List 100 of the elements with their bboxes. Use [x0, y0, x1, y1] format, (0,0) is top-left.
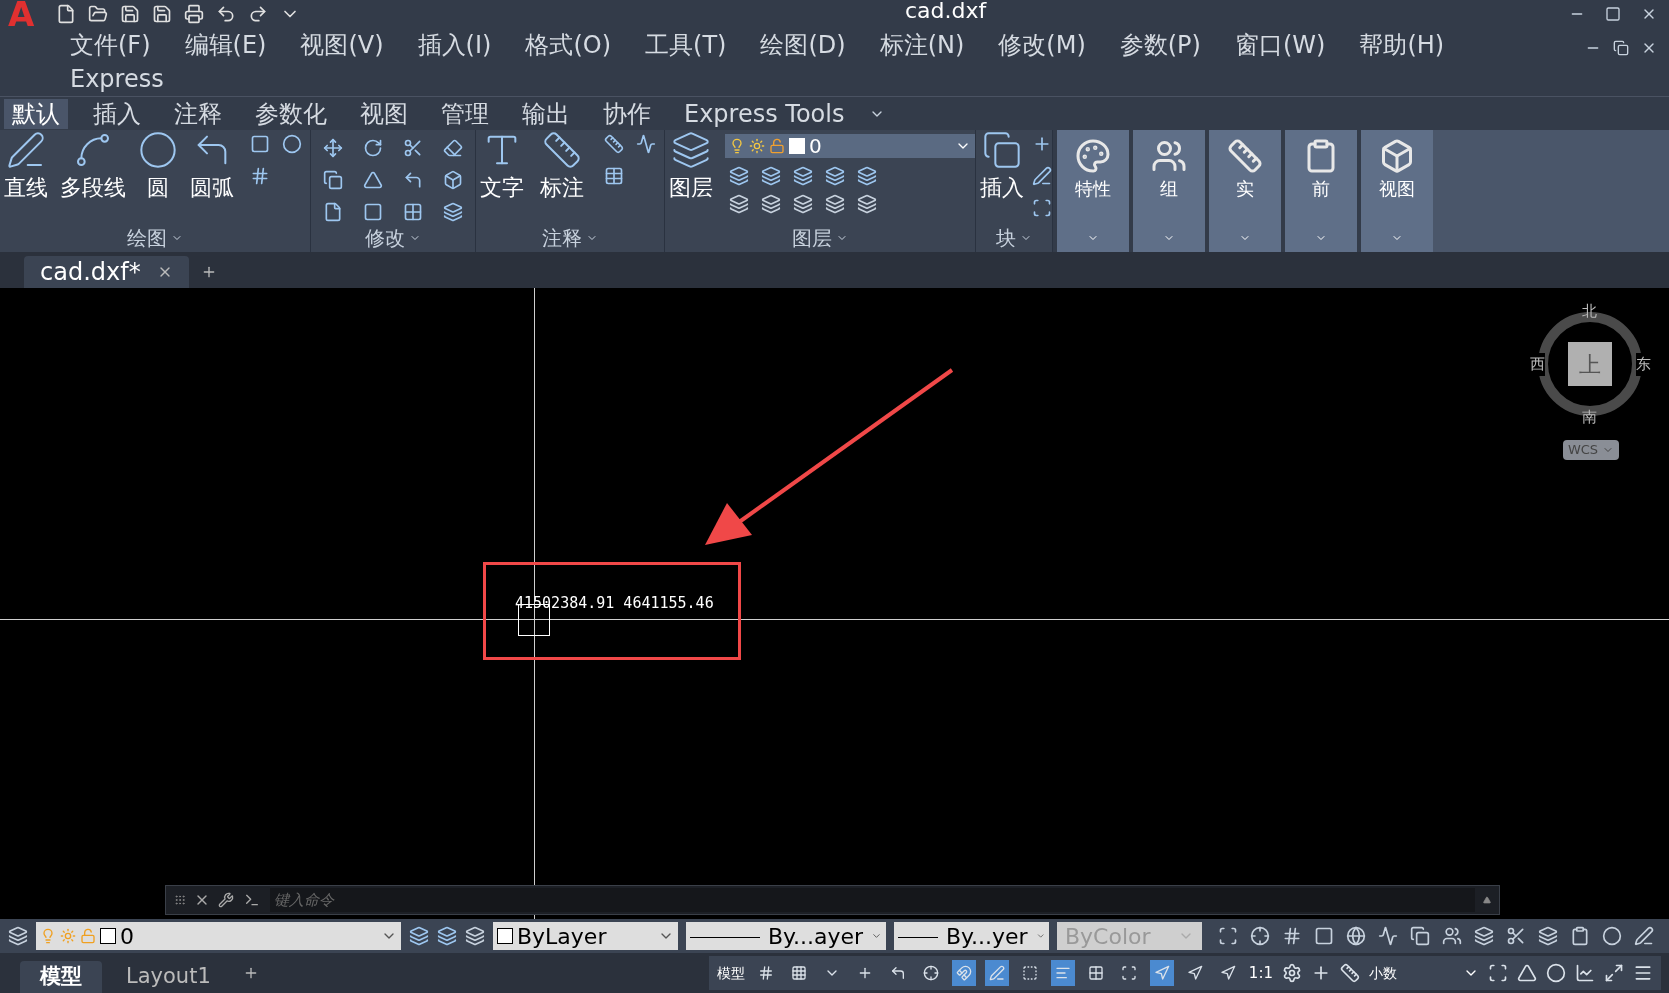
layer-tool-icon[interactable] [729, 166, 749, 186]
save-icon[interactable] [120, 4, 140, 24]
ribbon-tab[interactable]: 参数化 [247, 98, 335, 129]
ribbon-flyout[interactable]: 特性 [1057, 130, 1129, 252]
shapes-icon[interactable] [1517, 963, 1537, 983]
panel-title[interactable]: 块 [976, 228, 1052, 252]
ribbon-flyout[interactable]: 视图 [1361, 130, 1433, 252]
layer-dropdown[interactable]: 0 [36, 922, 401, 950]
toolbar-icon[interactable] [1314, 926, 1334, 946]
menu-icon[interactable] [1633, 963, 1653, 983]
ribbon-flyout[interactable]: 前 [1285, 130, 1357, 252]
layer-tool-icon[interactable] [793, 194, 813, 214]
menu-item[interactable]: 编辑(E) [184, 28, 267, 62]
ribbon-button[interactable]: 圆 [134, 130, 182, 202]
lineweight-icon[interactable] [1050, 960, 1075, 986]
ribbon-tab[interactable]: 输出 [514, 98, 578, 129]
edit-block-icon[interactable] [1032, 166, 1052, 186]
menu-item[interactable]: 帮助(H) [1359, 28, 1445, 62]
model-space-button[interactable]: 模型 [716, 962, 745, 984]
command-input[interactable]: 键入命令 [270, 888, 1475, 912]
panel-title[interactable]: 绘图 [0, 228, 310, 252]
ribbon-tab[interactable]: 视图 [352, 98, 416, 129]
fillet-icon[interactable] [403, 170, 423, 190]
menu-item[interactable]: 标注(N) [879, 28, 965, 62]
ribbon-tab[interactable]: 协作 [595, 98, 659, 129]
menu-item[interactable]: 工具(T) [645, 28, 727, 62]
mirror-icon[interactable] [363, 170, 383, 190]
settings-icon[interactable] [1282, 963, 1302, 983]
layer-tool-icon[interactable] [857, 166, 877, 186]
layout-tab[interactable]: 模型 [20, 961, 102, 993]
leader-icon[interactable] [636, 134, 656, 154]
redo-icon[interactable] [248, 4, 268, 24]
ribbon-tab[interactable]: 管理 [433, 98, 497, 129]
ribbon-button[interactable]: 直线 [0, 130, 52, 202]
toolbar-icon[interactable] [1410, 926, 1430, 946]
layer-tool-icon[interactable] [793, 166, 813, 186]
ribbon-flyout[interactable]: 实 [1209, 130, 1281, 252]
move-icon[interactable] [323, 138, 343, 158]
toolbar-icon[interactable] [1474, 926, 1494, 946]
ribbon-button[interactable]: 插入 [976, 130, 1028, 202]
ribbon-tab[interactable]: Express Tools [676, 98, 853, 129]
menu-item[interactable]: 修改(M) [998, 28, 1086, 62]
panel-title[interactable]: 修改 [311, 228, 475, 252]
array-icon[interactable] [403, 202, 423, 222]
menu-item[interactable]: 视图(V) [300, 28, 384, 62]
toolbar-icon[interactable] [1634, 926, 1654, 946]
menu-item[interactable]: 文件(F) [70, 28, 151, 62]
document-tab[interactable]: cad.dxf* [24, 256, 189, 288]
ellipse-icon[interactable] [282, 134, 302, 154]
layer-tool-icon[interactable] [825, 166, 845, 186]
osnap-icon[interactable] [951, 960, 976, 986]
cube-icon[interactable] [443, 170, 463, 190]
toolbar-icon[interactable] [1538, 926, 1558, 946]
ribbon-tab[interactable]: 注释 [166, 98, 230, 129]
table-icon[interactable] [604, 166, 624, 186]
restore-icon[interactable] [1613, 40, 1629, 56]
layer-tool-icon[interactable] [729, 194, 749, 214]
layer-tool-icon[interactable] [825, 194, 845, 214]
linear-dimension-icon[interactable] [604, 134, 624, 154]
ribbon-button[interactable]: 标注 [536, 130, 588, 202]
open-folder-icon[interactable] [88, 4, 108, 24]
ribbon-button[interactable]: 多段线 [56, 130, 130, 202]
toolbar-icon[interactable] [1218, 926, 1238, 946]
ribbon-button[interactable]: 图层 [665, 130, 717, 202]
rectangle-icon[interactable] [250, 134, 270, 154]
layer-tool-icon[interactable] [761, 194, 781, 214]
stretch-icon[interactable] [323, 202, 343, 222]
units-dropdown[interactable]: 小数 [1369, 962, 1479, 984]
color-dropdown[interactable]: ByLayer [493, 922, 678, 950]
save-as-icon[interactable] [152, 4, 172, 24]
attribute-icon[interactable] [1032, 198, 1052, 218]
toolbar-icon[interactable] [1282, 926, 1302, 946]
toolbar-icon[interactable] [1442, 926, 1462, 946]
wrench-icon[interactable] [218, 892, 234, 908]
toolbar-icon[interactable] [1506, 926, 1526, 946]
layer-tool-icon[interactable] [761, 166, 781, 186]
menu-item[interactable]: 插入(I) [417, 28, 492, 62]
menu-item[interactable]: 绘图(D) [760, 28, 846, 62]
layout-tab[interactable]: Layout1 [106, 961, 231, 993]
layer-properties-icon[interactable] [8, 926, 28, 946]
layer-tool-icon[interactable] [409, 926, 429, 946]
lineweight-dropdown[interactable]: By...yer [894, 922, 1049, 950]
ribbon-tab[interactable]: 插入 [85, 98, 149, 129]
annotation-scale-button[interactable]: 1:1 [1248, 961, 1273, 985]
toolbar-icon[interactable] [1602, 926, 1622, 946]
layer-tool-icon[interactable] [437, 926, 457, 946]
print-icon[interactable] [184, 4, 204, 24]
ribbon-button[interactable]: 圆弧 [186, 130, 238, 202]
linetype-dropdown[interactable]: By...ayer [686, 922, 886, 950]
copy-icon[interactable] [323, 170, 343, 190]
scale-icon[interactable] [363, 202, 383, 222]
fullscreen-icon[interactable] [1604, 963, 1624, 983]
toolbar-icon[interactable] [1378, 926, 1398, 946]
menu-item[interactable]: Express [70, 62, 164, 96]
layer-tool-icon[interactable] [857, 194, 877, 214]
eraser-icon[interactable] [443, 138, 463, 158]
ribbon-tab[interactable]: 默认 [4, 98, 68, 129]
menu-item[interactable]: 参数(P) [1119, 28, 1201, 62]
ruler-icon[interactable] [1340, 963, 1360, 983]
rotate-icon[interactable] [363, 138, 383, 158]
